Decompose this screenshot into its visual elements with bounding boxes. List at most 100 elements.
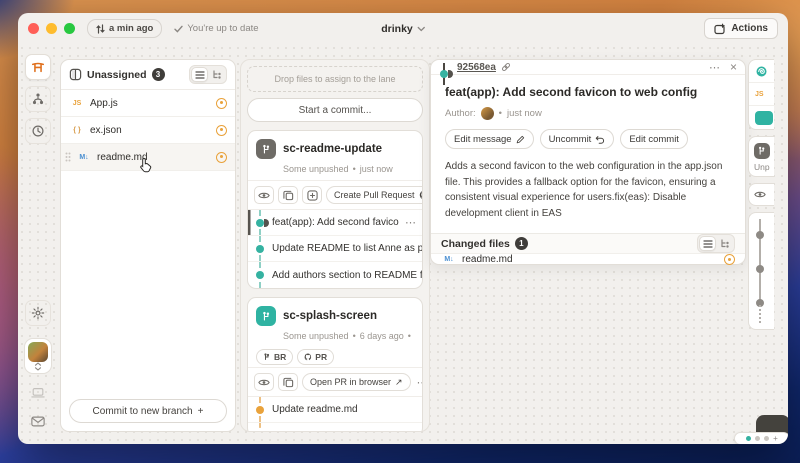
open-pr-in-browser-button[interactable]: Open PR in browser ↗: [302, 373, 411, 391]
peek-file-js[interactable]: JS: [749, 83, 774, 106]
collapsed-lane: JS Unp: [748, 59, 774, 330]
commit-row[interactable]: Update readme.md: [248, 397, 422, 423]
list-view-button[interactable]: [699, 236, 716, 251]
branch-lane: Drop files to assign to the lane Start a…: [240, 59, 430, 432]
commit-more-button[interactable]: ⋯: [399, 216, 422, 229]
user-avatar: [28, 342, 48, 362]
minimize-window-button[interactable]: [46, 23, 57, 34]
create-pull-request-button[interactable]: Create Pull Request: [326, 186, 423, 204]
commit-details-panel: 92568ea ⋯ × feat(app): Add second favico…: [430, 59, 746, 265]
commit-list: feat(app): Add second favico... ⋯ Update…: [248, 209, 422, 288]
commit-author-row: Author: • just now: [445, 107, 731, 120]
laptop-icon: [31, 387, 45, 399]
plus-icon: +: [198, 406, 204, 417]
bullet: •: [353, 331, 356, 341]
gear-icon: [31, 306, 45, 320]
create-pr-label: Create Pull Request: [334, 190, 415, 200]
sync-button-label: a min ago: [109, 23, 153, 34]
file-row-readme[interactable]: M↓ readme.md: [61, 144, 235, 171]
json-file-icon: { }: [69, 127, 85, 134]
user-menu[interactable]: [24, 338, 52, 374]
modified-status-icon: [216, 152, 227, 163]
eye-icon[interactable]: [254, 373, 274, 391]
history-tab-button[interactable]: [25, 118, 51, 144]
copy-icon[interactable]: [278, 186, 298, 204]
file-row-exjson[interactable]: { } ex.json: [61, 117, 235, 144]
md-file-icon: M↓: [76, 154, 92, 161]
commit-hash-link[interactable]: 92568ea: [457, 62, 496, 73]
uncommit-button[interactable]: Uncommit: [540, 129, 615, 149]
devices-button[interactable]: [25, 380, 51, 406]
peek-lane-color[interactable]: [749, 106, 774, 129]
branch-meta: Some unpushed • 6 days ago •: [283, 331, 414, 341]
peek-branch-card[interactable]: Unp: [748, 136, 774, 177]
commit-row[interactable]: Add authors section to README file: [248, 262, 422, 288]
list-view-button[interactable]: [191, 67, 208, 82]
branch-badges: BR PR: [256, 349, 422, 365]
branch-more-button[interactable]: ⋯: [415, 376, 423, 389]
branch-status: Some unpushed: [283, 331, 349, 341]
modified-status-icon: [724, 254, 735, 265]
drop-files-zone[interactable]: Drop files to assign to the lane: [247, 66, 423, 92]
uptodate-label: You're up to date: [187, 23, 258, 34]
edit-message-button[interactable]: Edit message: [445, 129, 534, 149]
branch-toolbar: Create Pull Request ⋯: [248, 180, 422, 209]
changed-file-row[interactable]: M↓ readme.md: [431, 253, 745, 265]
lane-dot[interactable]: [755, 436, 760, 441]
file-name: App.js: [90, 98, 211, 109]
pencil-icon: [516, 135, 525, 144]
commit-to-new-branch-button[interactable]: Commit to new branch +: [69, 399, 227, 423]
tree-view-button[interactable]: [208, 67, 225, 82]
settings-button[interactable]: [25, 300, 51, 326]
close-details-button[interactable]: ×: [730, 60, 737, 74]
modified-status-icon: [216, 125, 227, 136]
files-view-toggle: [697, 234, 735, 253]
branch-icon: [256, 306, 276, 326]
branches-tab-button[interactable]: [25, 86, 51, 112]
details-more-button[interactable]: ⋯: [709, 61, 720, 74]
close-window-button[interactable]: [28, 23, 39, 34]
project-title[interactable]: drinky: [381, 23, 425, 35]
gitbutler-workspace-icon: [31, 60, 45, 74]
edit-message-label: Edit message: [454, 134, 512, 145]
copy-icon[interactable]: [278, 373, 298, 391]
file-row-appjs[interactable]: JS App.js: [61, 90, 235, 117]
changed-files-count-badge: 1: [515, 237, 528, 250]
commit-row-selected[interactable]: feat(app): Add second favico... ⋯: [248, 210, 422, 236]
feedback-button[interactable]: [25, 408, 51, 434]
bullet: •: [499, 108, 502, 119]
peek-eye-button[interactable]: [748, 183, 774, 206]
lane-dot-active[interactable]: [746, 436, 751, 441]
peek-commit-graph: [748, 212, 774, 330]
peek-file-swirl[interactable]: [749, 60, 774, 83]
rail-bottom: [24, 300, 52, 434]
unassigned-icon: [69, 68, 82, 81]
edit-commit-button[interactable]: Edit commit: [620, 129, 688, 149]
branch-time: just now: [360, 164, 393, 174]
app-window: a min ago You're up to date drinky Actio…: [18, 13, 788, 444]
file-name: readme.md: [97, 152, 211, 163]
add-lane-button[interactable]: +: [773, 435, 778, 443]
link-icon[interactable]: [501, 62, 511, 72]
eye-icon[interactable]: [254, 186, 274, 204]
lane-dot[interactable]: [764, 436, 769, 441]
zoom-window-button[interactable]: [64, 23, 75, 34]
actions-button-label: Actions: [731, 23, 768, 34]
workspace-tab-button[interactable]: [25, 54, 51, 80]
tree-view-button[interactable]: [716, 236, 733, 251]
author-label: Author:: [445, 108, 476, 119]
commit-row[interactable]: Update README to list Anne as pr...: [248, 236, 422, 262]
lane-color-swatch: [755, 111, 773, 125]
pr-badge[interactable]: PR: [297, 349, 334, 365]
sync-button[interactable]: a min ago: [87, 19, 162, 38]
branch-header[interactable]: sc-readme-update Some unpushed • just no…: [248, 131, 422, 180]
actions-button[interactable]: Actions: [704, 18, 778, 39]
md-file-icon: M↓: [441, 256, 457, 263]
commit-row-partial: [248, 423, 422, 432]
branch-badge[interactable]: BR: [256, 349, 293, 365]
start-commit-button[interactable]: Start a commit...: [247, 98, 423, 122]
add-dependent-branch-icon[interactable]: [302, 186, 322, 204]
branch-header[interactable]: sc-splash-screen Some unpushed • 6 days …: [248, 298, 422, 343]
drag-handle-icon[interactable]: [65, 152, 71, 162]
pr-badge-label: PR: [315, 352, 327, 362]
